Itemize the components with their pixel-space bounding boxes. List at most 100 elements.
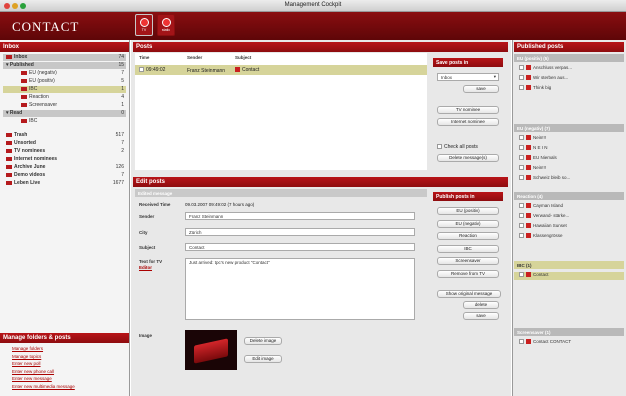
sidebar-item-label: Demo videos bbox=[14, 172, 46, 178]
posts-list-area[interactable] bbox=[135, 75, 427, 170]
sidebar-item[interactable]: Leben Live 1677 bbox=[3, 180, 126, 187]
published-item-checkbox[interactable] bbox=[519, 145, 524, 151]
check-all-posts[interactable]: Check all posts bbox=[437, 144, 478, 150]
sidebar-item[interactable]: EU (negativ) 7 bbox=[3, 70, 126, 77]
save-button[interactable]: save bbox=[463, 85, 499, 93]
city-field[interactable]: Zürich bbox=[185, 228, 415, 236]
manage-link[interactable]: Enter new multimedia message bbox=[12, 384, 75, 389]
published-item-checkbox[interactable] bbox=[519, 75, 524, 81]
delete-messages-button[interactable]: Delete message(s) bbox=[437, 154, 499, 162]
published-item[interactable]: Cayman Island bbox=[519, 203, 563, 211]
publish-save-button[interactable]: save bbox=[463, 312, 499, 320]
manage-link[interactable]: Enter new phone call bbox=[12, 369, 54, 374]
sidebar-item[interactable]: Inbox 74 bbox=[3, 54, 126, 61]
published-item-checkbox[interactable] bbox=[519, 165, 524, 171]
sidebar-item[interactable]: TV nominees 2 bbox=[3, 148, 126, 155]
edit-image-button[interactable]: Edit image bbox=[244, 355, 282, 363]
published-item-checkbox[interactable] bbox=[519, 135, 524, 141]
row-checkbox[interactable] bbox=[139, 67, 144, 73]
manage-link[interactable]: Enter new poll bbox=[12, 361, 41, 366]
product-box-shape bbox=[194, 338, 228, 364]
published-section-title[interactable]: IBC (1) bbox=[514, 261, 624, 269]
manage-link[interactable]: Manage folders bbox=[12, 346, 43, 351]
tv-button[interactable]: TV bbox=[135, 14, 153, 36]
folder-icon bbox=[6, 180, 12, 185]
published-item[interactable]: Nein!!! bbox=[519, 165, 546, 173]
publish-button[interactable]: Screensaver bbox=[437, 257, 499, 265]
delete-image-button[interactable]: Delete image bbox=[244, 337, 282, 345]
published-item[interactable]: N E I N bbox=[519, 145, 548, 153]
col-sender[interactable]: Sender bbox=[187, 55, 202, 60]
published-item-checkbox[interactable] bbox=[519, 223, 524, 229]
sidebar-item[interactable]: Reaction 4 bbox=[3, 94, 126, 101]
sidebar-item[interactable]: EU (positiv) 5 bbox=[3, 78, 126, 85]
col-subject[interactable]: Subject bbox=[235, 55, 251, 60]
manage-link[interactable]: Enter new message bbox=[12, 376, 52, 381]
sidebar-item[interactable]: Demo videos 7 bbox=[3, 172, 126, 179]
sidebar-item[interactable]: ▾ Published 15 bbox=[3, 62, 126, 69]
published-item[interactable]: Contact CONTACT bbox=[519, 339, 571, 347]
subject-field[interactable]: Contact bbox=[185, 243, 415, 251]
sidebar-item[interactable]: Trash 517 bbox=[3, 132, 126, 139]
published-item[interactable]: Verwand- stärke... bbox=[519, 213, 569, 221]
sidebar-item-count: 0 bbox=[121, 110, 124, 116]
published-item[interactable]: Anschluss verpas... bbox=[519, 65, 572, 73]
sidebar-item[interactable]: IBC 1 bbox=[3, 86, 126, 93]
static-button[interactable]: static bbox=[157, 14, 175, 36]
sidebar-item[interactable]: Screensaver 1 bbox=[3, 102, 126, 109]
published-item-label: Hawaiian Sunset bbox=[533, 223, 567, 228]
published-item-checkbox[interactable] bbox=[519, 175, 524, 181]
publish-button[interactable]: EU (negativ) bbox=[437, 219, 499, 228]
sidebar-item-label: IBC bbox=[29, 86, 38, 92]
published-item-checkbox[interactable] bbox=[519, 339, 524, 345]
publish-button[interactable]: IBC bbox=[437, 244, 499, 253]
published-item[interactable]: Klassengrösse bbox=[519, 233, 563, 241]
manage-link[interactable]: Manage topics bbox=[12, 354, 41, 359]
internet-nominee-button[interactable]: Internet nominee bbox=[437, 118, 499, 126]
publish-button[interactable]: Reaction bbox=[437, 232, 499, 240]
published-item[interactable]: Wir sterben aus... bbox=[519, 75, 568, 83]
folder-select-value: Inbox bbox=[441, 75, 453, 80]
sidebar-item[interactable]: Unsorted 7 bbox=[3, 140, 126, 147]
published-section-title[interactable]: EU (negativ) (7) bbox=[514, 124, 624, 132]
tv-nominee-button[interactable]: TV nominee bbox=[437, 106, 499, 114]
window-titlebar: Management Cockpit bbox=[0, 0, 626, 12]
delete-button[interactable]: delete bbox=[463, 301, 499, 309]
publish-button[interactable]: Remove from TV bbox=[437, 269, 499, 278]
folder-select[interactable]: Inbox ▾ bbox=[437, 73, 499, 81]
sidebar-item-label: Inbox bbox=[14, 54, 28, 60]
published-item-checkbox[interactable] bbox=[519, 85, 524, 91]
published-section-title[interactable]: Screensaver (1) bbox=[514, 328, 624, 336]
sidebar-item-count: 74 bbox=[118, 54, 124, 60]
sender-field[interactable]: Franz Steinmann bbox=[185, 212, 415, 220]
published-item-checkbox[interactable] bbox=[519, 65, 524, 71]
sidebar-item-count: 4 bbox=[121, 94, 124, 100]
editor-link[interactable]: Editor bbox=[139, 265, 152, 270]
published-section-title[interactable]: Reaction (4) bbox=[514, 192, 624, 200]
sidebar-item[interactable]: Archive June 126 bbox=[3, 164, 126, 171]
sidebar-item[interactable]: ▾ Read 0 bbox=[3, 110, 126, 117]
published-item[interactable]: Nein!!! bbox=[519, 135, 546, 143]
published-item[interactable]: EU Niemals bbox=[519, 155, 557, 163]
published-item-checkbox[interactable] bbox=[519, 203, 524, 209]
sidebar-item[interactable]: Internet nominees bbox=[3, 156, 126, 163]
published-item[interactable]: Contact bbox=[514, 272, 624, 280]
published-item-checkbox[interactable] bbox=[519, 213, 524, 219]
text-editor[interactable]: Just arrived: tpc's new product "Contact… bbox=[185, 258, 415, 320]
publish-button[interactable]: EU (positiv) bbox=[437, 207, 499, 215]
published-item[interactable]: Schweiz bleib so... bbox=[519, 175, 570, 183]
table-row[interactable]: 09:49:02 Franz Steinmann Contact bbox=[135, 65, 427, 75]
col-time[interactable]: Time bbox=[139, 55, 149, 60]
published-item-checkbox[interactable] bbox=[519, 272, 524, 278]
image-label: Image bbox=[139, 333, 153, 338]
published-item[interactable]: Think big bbox=[519, 85, 551, 93]
published-item-checkbox[interactable] bbox=[519, 155, 524, 161]
show-original-button[interactable]: Show original message bbox=[437, 290, 501, 298]
check-all-checkbox[interactable] bbox=[437, 144, 442, 150]
sidebar-item-label: Unsorted bbox=[14, 140, 36, 146]
published-item-checkbox[interactable] bbox=[519, 233, 524, 239]
sidebar-item-label: Screensaver bbox=[29, 102, 58, 108]
published-item[interactable]: Hawaiian Sunset bbox=[519, 223, 567, 231]
published-section-title[interactable]: EU (positiv) (5) bbox=[514, 54, 624, 62]
sidebar-item[interactable]: IBC bbox=[3, 118, 126, 125]
